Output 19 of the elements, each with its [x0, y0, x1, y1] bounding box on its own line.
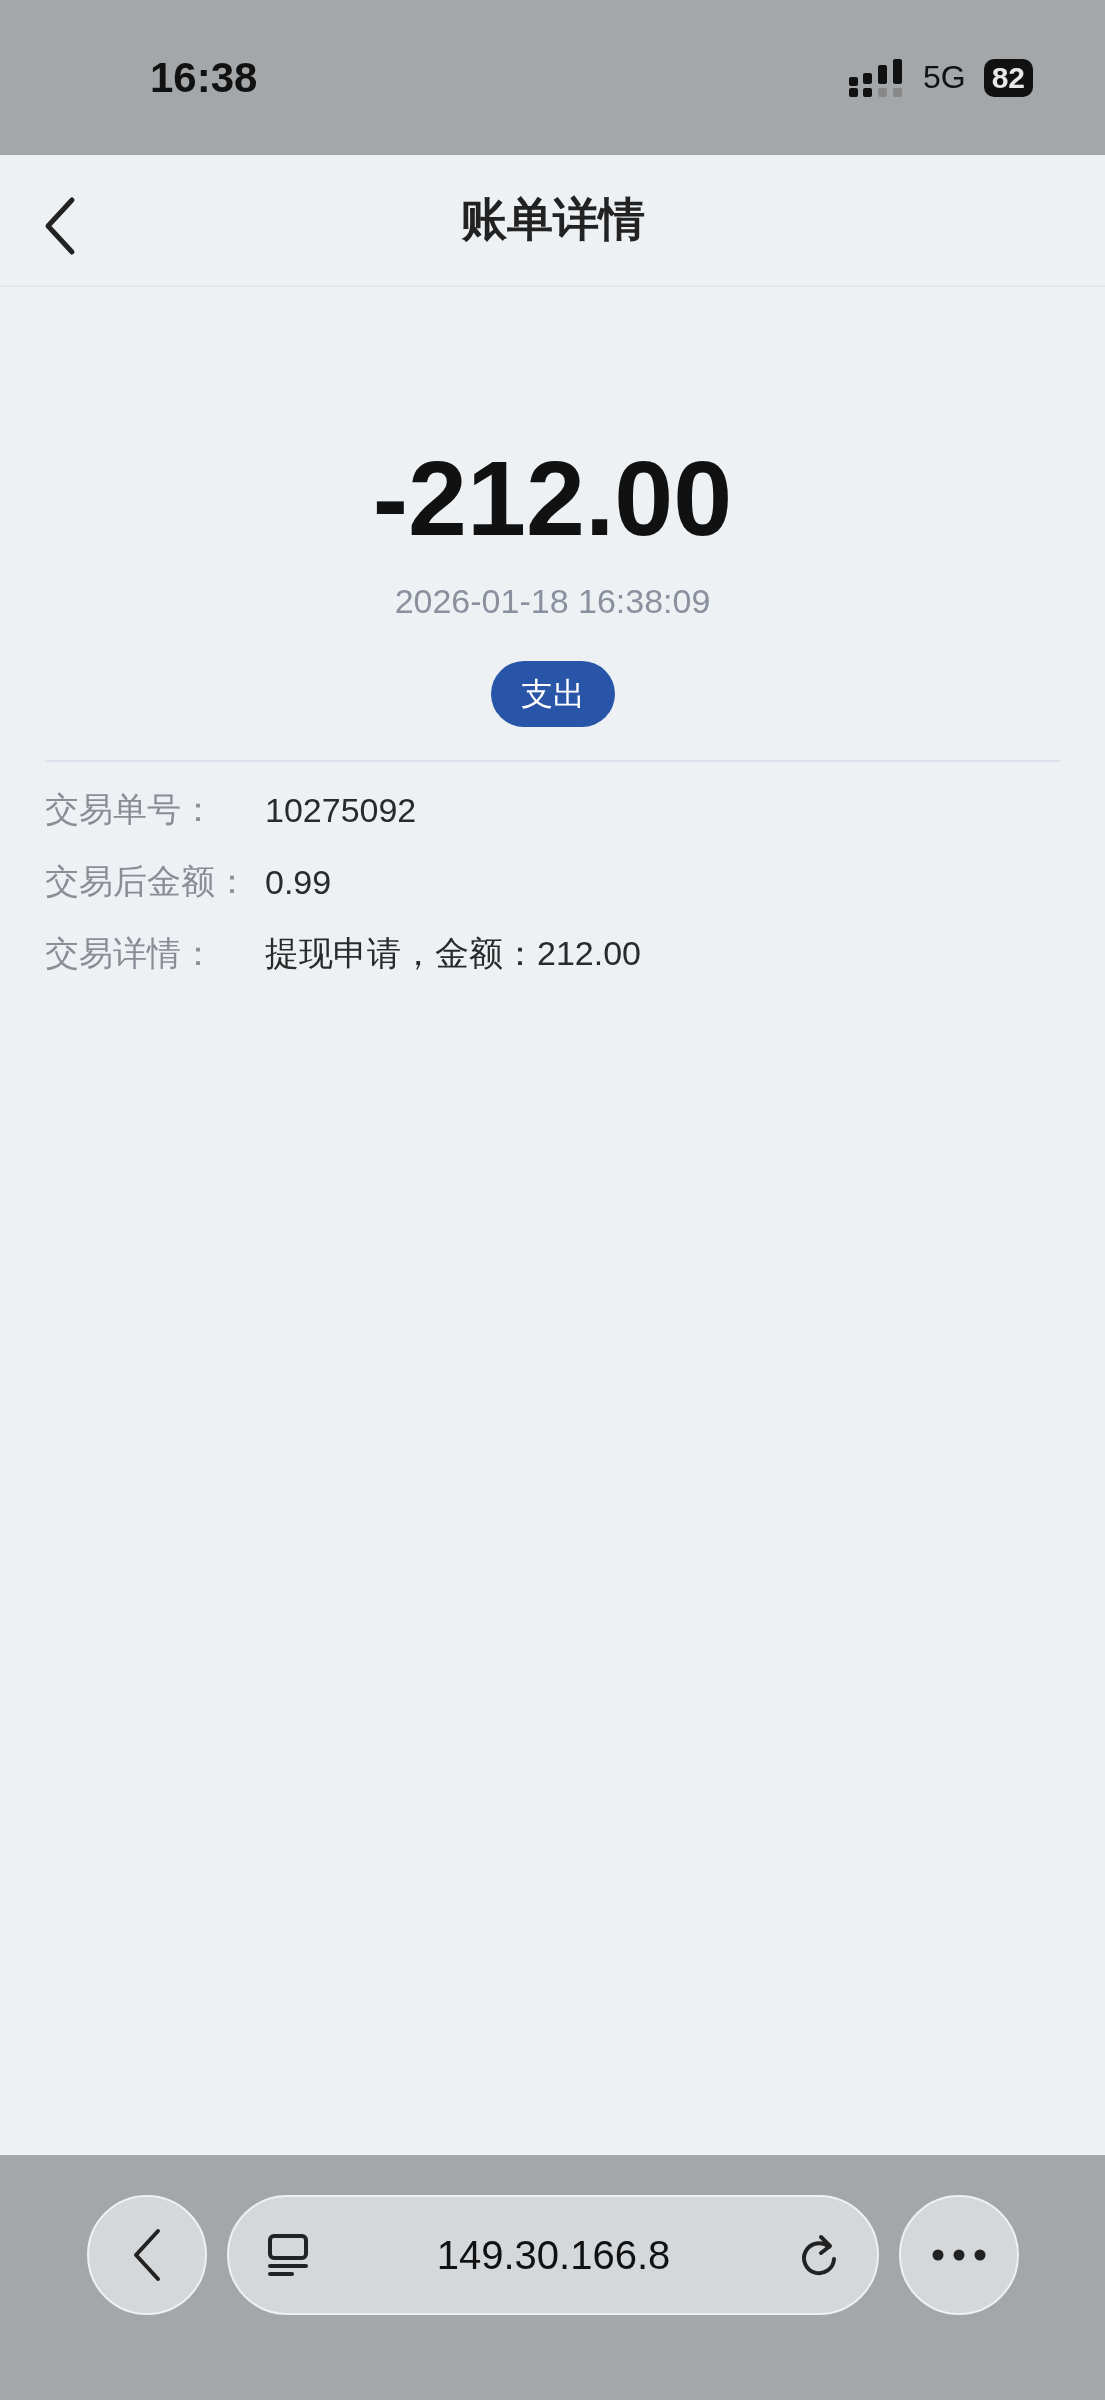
tabs-icon[interactable] [266, 2233, 309, 2277]
address-bar[interactable]: 149.30.166.8 [226, 2195, 879, 2315]
field-label: 交易详情： [45, 933, 216, 975]
amount: -212.00 [372, 438, 733, 559]
clock: 16:38 [150, 53, 258, 102]
field-value: 10275092 [265, 790, 417, 830]
battery-indicator: 82 [983, 58, 1033, 97]
network-label: 5G [922, 59, 966, 96]
chevron-left-icon [131, 2228, 162, 2282]
field-label: 交易后金额： [45, 861, 250, 903]
page-title: 账单详情 [460, 192, 645, 247]
transaction-time: 2026-01-18 16:38:09 [394, 582, 711, 622]
signal-icon [848, 58, 905, 97]
more-icon [931, 2249, 986, 2261]
url-text: 149.30.166.8 [436, 2232, 671, 2278]
type-badge: 支出 [490, 661, 615, 728]
field-value: 0.99 [265, 862, 332, 902]
field-value: 提现申请，金额：212.00 [265, 933, 641, 975]
field-label: 交易单号： [45, 789, 216, 831]
